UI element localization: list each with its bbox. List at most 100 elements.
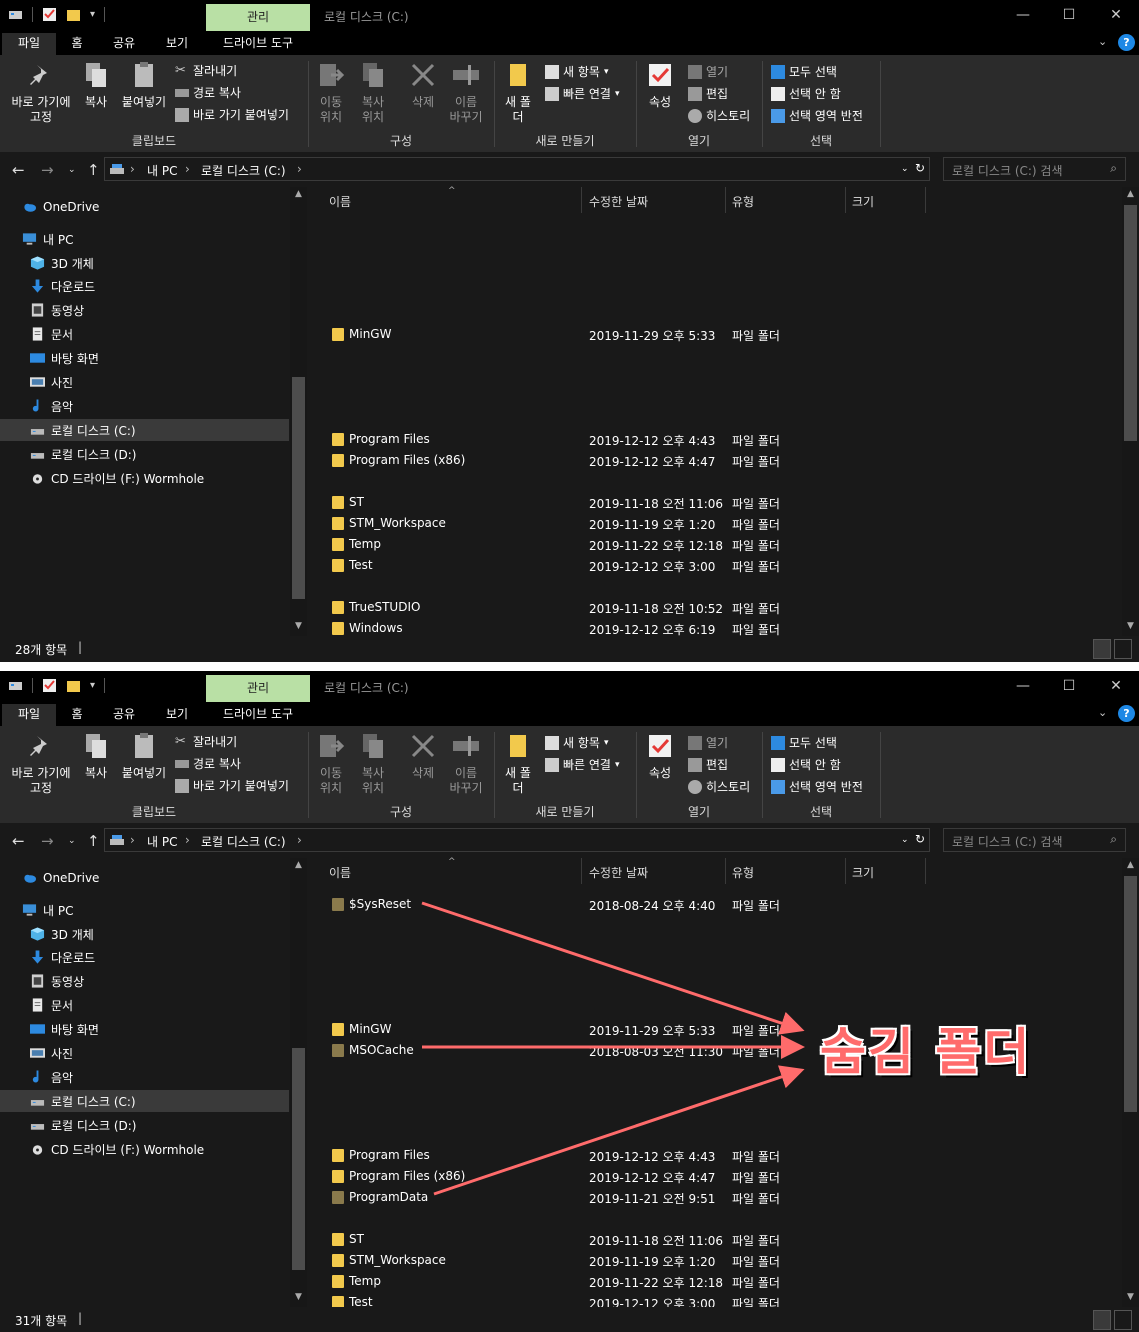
tab-2[interactable]: 공유 xyxy=(106,33,142,55)
file-row[interactable]: Program Files 2019-12-12 오후 4:43 파일 폴더 xyxy=(308,429,1122,450)
tab-0[interactable]: 파일 xyxy=(2,704,56,726)
file-row[interactable]: $SysReset 2018-08-24 오후 4:40 파일 폴더 xyxy=(308,894,1122,915)
nav-item-10[interactable]: 로컬 디스크 (D:) xyxy=(0,1114,289,1136)
column-divider[interactable] xyxy=(581,187,582,213)
file-row[interactable]: Program Files 2019-12-12 오후 4:43 파일 폴더 xyxy=(308,1145,1122,1166)
paste-shortcut-button[interactable]: 바로 가기 붙여넣기 xyxy=(175,106,289,123)
nav-item-10[interactable]: 로컬 디스크 (D:) xyxy=(0,443,289,465)
rename-button[interactable]: 이름 바꾸기 xyxy=(447,61,485,125)
cut-button[interactable]: ✂ 잘라내기 xyxy=(175,62,237,79)
scroll-thumb[interactable] xyxy=(292,377,305,599)
maximize-button[interactable]: ☐ xyxy=(1046,671,1092,702)
file-list-scrollbar[interactable]: ▲ ▼ xyxy=(1122,858,1139,1307)
properties-button[interactable]: 속성 xyxy=(644,61,676,110)
tab-4[interactable]: 드라이브 도구 xyxy=(209,33,307,55)
select-all-button[interactable]: 모두 선택 xyxy=(771,63,837,80)
file-row[interactable]: ST 2019-11-18 오전 11:06 파일 폴더 xyxy=(308,492,1122,513)
qat-customize-icon[interactable]: ▾ xyxy=(90,680,95,691)
tab-2[interactable]: 공유 xyxy=(106,704,142,726)
help-icon[interactable]: ? xyxy=(1118,34,1135,51)
history-button[interactable]: 히스토리 xyxy=(688,107,750,124)
new-folder-qat-icon[interactable] xyxy=(66,678,81,693)
refresh-icon[interactable]: ↻ xyxy=(915,832,925,846)
nav-item-8[interactable]: 음악 xyxy=(0,395,289,417)
scroll-thumb[interactable] xyxy=(292,1048,305,1270)
column-header-3[interactable]: 크기 xyxy=(852,193,874,210)
properties-qat-icon[interactable] xyxy=(8,678,23,693)
scroll-down-icon[interactable]: ▼ xyxy=(1122,621,1139,631)
column-divider[interactable] xyxy=(925,187,926,213)
column-divider[interactable] xyxy=(725,187,726,213)
ribbon-expand-icon[interactable]: ⌄ xyxy=(1098,35,1107,48)
forward-icon[interactable]: → xyxy=(41,161,54,179)
nav-item-3[interactable]: 다운로드 xyxy=(0,946,289,968)
large-icons-view-icon[interactable] xyxy=(1114,1310,1132,1330)
help-icon[interactable]: ? xyxy=(1118,705,1135,722)
address-dropdown-icon[interactable]: ⌄ xyxy=(901,835,909,845)
nav-item-7[interactable]: 사진 xyxy=(0,371,289,393)
copy-button[interactable]: 복사 xyxy=(80,732,112,781)
large-icons-view-icon[interactable] xyxy=(1114,639,1132,659)
column-header-0[interactable]: 이름 xyxy=(329,864,351,881)
column-header-2[interactable]: 유형 xyxy=(732,864,754,881)
checklist-qat-icon[interactable] xyxy=(42,678,57,693)
up-icon[interactable]: ↑ xyxy=(87,832,100,850)
nav-item-5[interactable]: 문서 xyxy=(0,994,289,1016)
copy-button[interactable]: 복사 xyxy=(80,61,112,110)
nav-item-11[interactable]: CD 드라이브 (F:) Wormhole xyxy=(0,467,289,489)
tab-0[interactable]: 파일 xyxy=(2,33,56,55)
column-header-1[interactable]: 수정한 날짜 xyxy=(589,193,648,210)
file-row[interactable]: Temp 2019-11-22 오후 12:18 파일 폴더 xyxy=(308,534,1122,555)
checklist-qat-icon[interactable] xyxy=(42,7,57,22)
copy-path-button[interactable]: 경로 복사 xyxy=(175,755,241,772)
nav-item-6[interactable]: 바탕 화면 xyxy=(0,347,289,369)
scroll-up-icon[interactable]: ▲ xyxy=(1122,860,1139,870)
new-folder-qat-icon[interactable] xyxy=(66,7,81,22)
scroll-up-icon[interactable]: ▲ xyxy=(1122,189,1139,199)
nav-item-3[interactable]: 다운로드 xyxy=(0,275,289,297)
breadcrumb-my-pc[interactable]: 내 PC xyxy=(147,162,177,179)
scroll-up-icon[interactable]: ▲ xyxy=(290,189,307,199)
copy-to-button[interactable]: 복사 위치 xyxy=(356,732,390,796)
context-tab-manage[interactable]: 관리 xyxy=(206,4,310,31)
scroll-up-icon[interactable]: ▲ xyxy=(290,860,307,870)
file-row[interactable]: ST 2019-11-18 오전 11:06 파일 폴더 xyxy=(308,1229,1122,1250)
open-button[interactable]: 열기 xyxy=(688,734,728,751)
column-header-1[interactable]: 수정한 날짜 xyxy=(589,864,648,881)
pin-button[interactable]: 바로 가기에 고정 xyxy=(6,61,76,125)
nav-item-2[interactable]: 3D 개체 xyxy=(0,923,289,945)
nav-item-8[interactable]: 음악 xyxy=(0,1066,289,1088)
paste-button[interactable]: 붙여넣기 xyxy=(118,732,170,781)
history-button[interactable]: 히스토리 xyxy=(688,778,750,795)
details-view-icon[interactable] xyxy=(1093,639,1111,659)
edit-button[interactable]: 편집 xyxy=(688,756,728,773)
breadcrumb-local-disk[interactable]: 로컬 디스크 (C:) xyxy=(201,833,286,850)
address-bar[interactable]: › 내 PC › 로컬 디스크 (C:) › ⌄ ↻ xyxy=(104,828,930,852)
up-icon[interactable]: ↑ xyxy=(87,161,100,179)
properties-qat-icon[interactable] xyxy=(8,7,23,22)
invert-selection-button[interactable]: 선택 영역 반전 xyxy=(771,778,863,795)
nav-scrollbar[interactable]: ▲ ▼ xyxy=(290,187,307,636)
recent-locations-icon[interactable]: ⌄ xyxy=(68,165,76,175)
file-row[interactable]: ProgramData 2019-11-21 오전 9:51 파일 폴더 xyxy=(308,1187,1122,1208)
scroll-down-icon[interactable]: ▼ xyxy=(290,1292,307,1302)
maximize-button[interactable]: ☐ xyxy=(1046,0,1092,31)
nav-item-4[interactable]: 동영상 xyxy=(0,299,289,321)
invert-selection-button[interactable]: 선택 영역 반전 xyxy=(771,107,863,124)
column-header-2[interactable]: 유형 xyxy=(732,193,754,210)
file-row[interactable]: STM_Workspace 2019-11-19 오후 1:20 파일 폴더 xyxy=(308,1250,1122,1271)
search-input[interactable]: 로컬 디스크 (C:) 검색 ⌕ xyxy=(943,828,1126,852)
paste-shortcut-button[interactable]: 바로 가기 붙여넣기 xyxy=(175,777,289,794)
select-all-button[interactable]: 모두 선택 xyxy=(771,734,837,751)
easy-access-button[interactable]: 빠른 연결 ▾ xyxy=(545,756,620,773)
select-none-button[interactable]: 선택 안 함 xyxy=(771,85,841,102)
nav-item-1[interactable]: 내 PC xyxy=(0,899,289,921)
nav-item-4[interactable]: 동영상 xyxy=(0,970,289,992)
breadcrumb-my-pc[interactable]: 내 PC xyxy=(147,833,177,850)
column-divider[interactable] xyxy=(581,858,582,884)
pin-button[interactable]: 바로 가기에 고정 xyxy=(6,732,76,796)
scroll-thumb[interactable] xyxy=(1124,205,1137,441)
scroll-thumb[interactable] xyxy=(1124,876,1137,1112)
column-header-0[interactable]: 이름 xyxy=(329,193,351,210)
tab-4[interactable]: 드라이브 도구 xyxy=(209,704,307,726)
